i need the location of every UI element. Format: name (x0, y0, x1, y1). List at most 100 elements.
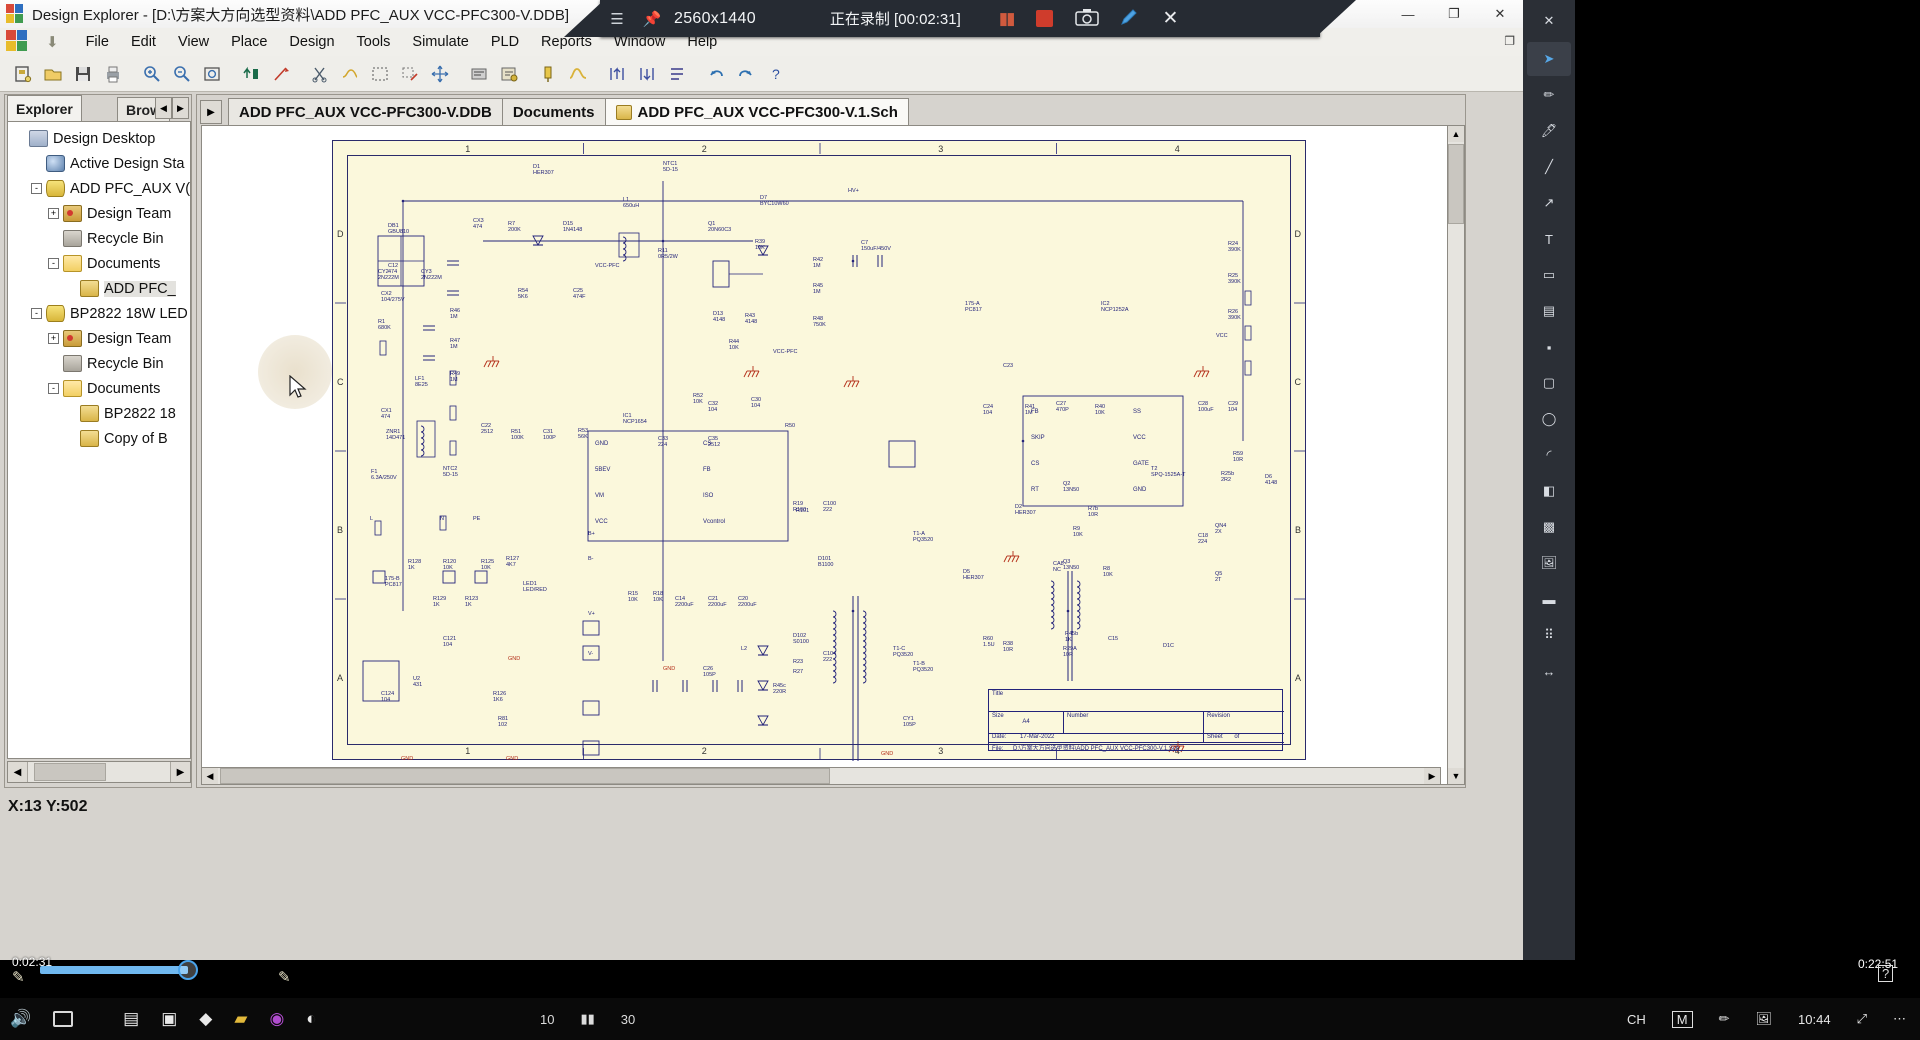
maximize-button[interactable]: ❐ (1431, 0, 1477, 28)
expand-icon[interactable]: ⤢ (1857, 1011, 1867, 1027)
restore-window-icon[interactable]: ❐ (1504, 34, 1515, 48)
place-part-icon[interactable] (533, 60, 563, 88)
tree-item-bp2822-18w-led[interactable]: - BP2822 18W LED (8, 301, 190, 326)
cut-icon[interactable] (305, 60, 335, 88)
zoom-out-icon[interactable] (167, 60, 197, 88)
marker-pen-tool-icon[interactable]: 🖊 (1527, 114, 1571, 148)
taskbar-folder-icon[interactable]: ▰ (234, 1009, 247, 1029)
title-block[interactable]: Title Size A4 Number Revision Date: 17-M… (988, 689, 1284, 752)
tree-expander[interactable]: - (31, 183, 42, 194)
scroll-up-icon[interactable]: ▲ (1448, 126, 1464, 142)
scroll-right-icon[interactable]: ▶ (1424, 768, 1440, 784)
clock-label[interactable]: 10:44 (1798, 1012, 1831, 1027)
media-forward-button[interactable]: 30 (621, 1012, 635, 1027)
line-width-tool-icon[interactable]: ▬ (1527, 582, 1571, 616)
deselect-icon[interactable] (395, 60, 425, 88)
menu-view[interactable]: View (167, 32, 220, 52)
tree-item-design-desktop[interactable]: Design Desktop (8, 126, 190, 151)
pen-icon[interactable] (1119, 7, 1139, 30)
tree-item-add-pfc[interactable]: ADD PFC_ (8, 276, 190, 301)
save-icon[interactable] (68, 60, 98, 88)
scrollbar-thumb-vertical[interactable] (1448, 144, 1464, 224)
scroll-left-icon[interactable]: ◀ (155, 97, 172, 119)
tab-schematic[interactable]: ADD PFC_AUX VCC-PFC300-V.1.Sch (604, 98, 909, 126)
close-icon[interactable]: ✕ (1163, 7, 1179, 30)
tree-expander[interactable]: - (48, 383, 59, 394)
canvas-horizontal-scrollbar[interactable]: ◀ ▶ (201, 767, 1441, 785)
taskbar-app-3-icon[interactable]: ◆ (199, 1009, 212, 1029)
scroll-right-icon[interactable]: ▶ (172, 97, 189, 119)
text-tool-icon[interactable]: T (1527, 222, 1571, 256)
taskbar-app-4-icon[interactable]: ◉ (269, 1009, 284, 1029)
scrollbar-thumb-horizontal[interactable] (220, 768, 830, 784)
ime-language-label[interactable]: CH (1627, 1012, 1646, 1027)
tree-item-recycle-bin[interactable]: Recycle Bin (8, 351, 190, 376)
design-tree[interactable]: Design Desktop Active Design Sta - ADD PFC_… (7, 121, 191, 759)
cross-probe-icon[interactable] (266, 60, 296, 88)
menu-file[interactable]: File (75, 32, 120, 52)
tab-documents[interactable]: Documents (501, 98, 606, 126)
tab-prev-icon[interactable]: ▶ (200, 100, 222, 124)
scroll-right-icon[interactable]: ▶ (170, 762, 190, 782)
filled-rect-tool-icon[interactable]: ▪ (1527, 330, 1571, 364)
dots-tool-icon[interactable]: ⠿ (1527, 618, 1571, 652)
tree-item-active-design-sta[interactable]: Active Design Sta (8, 151, 190, 176)
pencil-tool-icon[interactable]: ✏ (1527, 78, 1571, 112)
print-icon[interactable] (98, 60, 128, 88)
menu-simulate[interactable]: Simulate (401, 32, 479, 52)
zoom-in-icon[interactable] (137, 60, 167, 88)
tree-item-copy-of-b[interactable]: Copy of B (8, 426, 190, 451)
tree-item-design-team[interactable]: + Design Team (8, 326, 190, 351)
menu-edit[interactable]: Edit (120, 32, 167, 52)
tree-expander[interactable]: - (48, 258, 59, 269)
tree-item-design-team[interactable]: + Design Team (8, 201, 190, 226)
scrollbar-thumb[interactable] (34, 763, 106, 781)
more-icon[interactable]: ⋯ (1893, 1011, 1906, 1027)
canvas-vertical-scrollbar[interactable]: ▲ ▼ (1447, 125, 1465, 785)
scroll-down-icon[interactable]: ▼ (1448, 768, 1464, 784)
undo-icon[interactable] (701, 60, 731, 88)
erc-icon[interactable] (494, 60, 524, 88)
tree-expander[interactable]: - (31, 308, 42, 319)
new-design-icon[interactable] (8, 60, 38, 88)
speaker-icon[interactable]: 🔊 (10, 1009, 31, 1029)
taskbar-pen-icon[interactable]: ✏ (1719, 1011, 1730, 1027)
curve-tool-icon[interactable]: ◜ (1527, 438, 1571, 472)
rounded-rect-tool-icon[interactable]: ▢ (1527, 366, 1571, 400)
open-icon[interactable] (38, 60, 68, 88)
menu-design[interactable]: Design (278, 32, 345, 52)
scroll-left-icon[interactable]: ◀ (8, 762, 28, 782)
media-rewind-button[interactable]: 10 (540, 1012, 554, 1027)
schematic-sheet[interactable]: 11223344 DCBA DCBA GND5BEVVMVCCCSFBISOVc… (332, 140, 1306, 762)
recording-progress-bar[interactable] (40, 966, 188, 974)
explorer-horizontal-scrollbar[interactable]: ◀ ▶ (7, 761, 191, 783)
tab-explorer[interactable]: Explorer (7, 95, 82, 121)
numbered-list-tool-icon[interactable]: ▤ (1527, 294, 1571, 328)
menu-pld[interactable]: PLD (480, 32, 530, 52)
schematic-viewport[interactable]: 11223344 DCBA DCBA GND5BEVVMVCCCSFBISOVc… (202, 126, 1446, 766)
help-bubble-icon[interactable]: ? (1878, 965, 1894, 982)
recording-progress-handle[interactable] (178, 960, 198, 980)
place-wire-icon[interactable] (563, 60, 593, 88)
taskbar-app-2-icon[interactable]: ▣ (161, 1009, 177, 1029)
hierarchy-up-icon[interactable] (602, 60, 632, 88)
tree-item-documents[interactable]: - Documents (8, 376, 190, 401)
redo-icon[interactable] (731, 60, 761, 88)
tree-expander[interactable]: + (48, 208, 59, 219)
netlist-icon[interactable] (464, 60, 494, 88)
help-icon[interactable]: ? (761, 60, 791, 88)
camera-icon[interactable] (1074, 8, 1099, 29)
schematic-canvas[interactable]: 11223344 DCBA DCBA GND5BEVVMVCCCSFBISOVc… (201, 125, 1463, 785)
pin-icon[interactable]: 📌 (634, 10, 670, 28)
hierarchy-down-icon[interactable] (632, 60, 662, 88)
updown-select-icon[interactable] (236, 60, 266, 88)
hamburger-icon[interactable]: ☰ (600, 10, 634, 28)
checker-tool-icon[interactable]: ▩ (1527, 510, 1571, 544)
close-icon[interactable]: ✕ (1527, 4, 1571, 38)
rectangle-tool-icon[interactable]: ▭ (1527, 258, 1571, 292)
eraser-tool-icon[interactable]: ◧ (1527, 474, 1571, 508)
arrow-tool-icon[interactable]: ↗ (1527, 186, 1571, 220)
image-tool-icon[interactable]: 🖼 (1527, 546, 1571, 580)
move-resize-tool-icon[interactable]: ↔ (1527, 654, 1571, 688)
menu-place[interactable]: Place (220, 32, 278, 52)
